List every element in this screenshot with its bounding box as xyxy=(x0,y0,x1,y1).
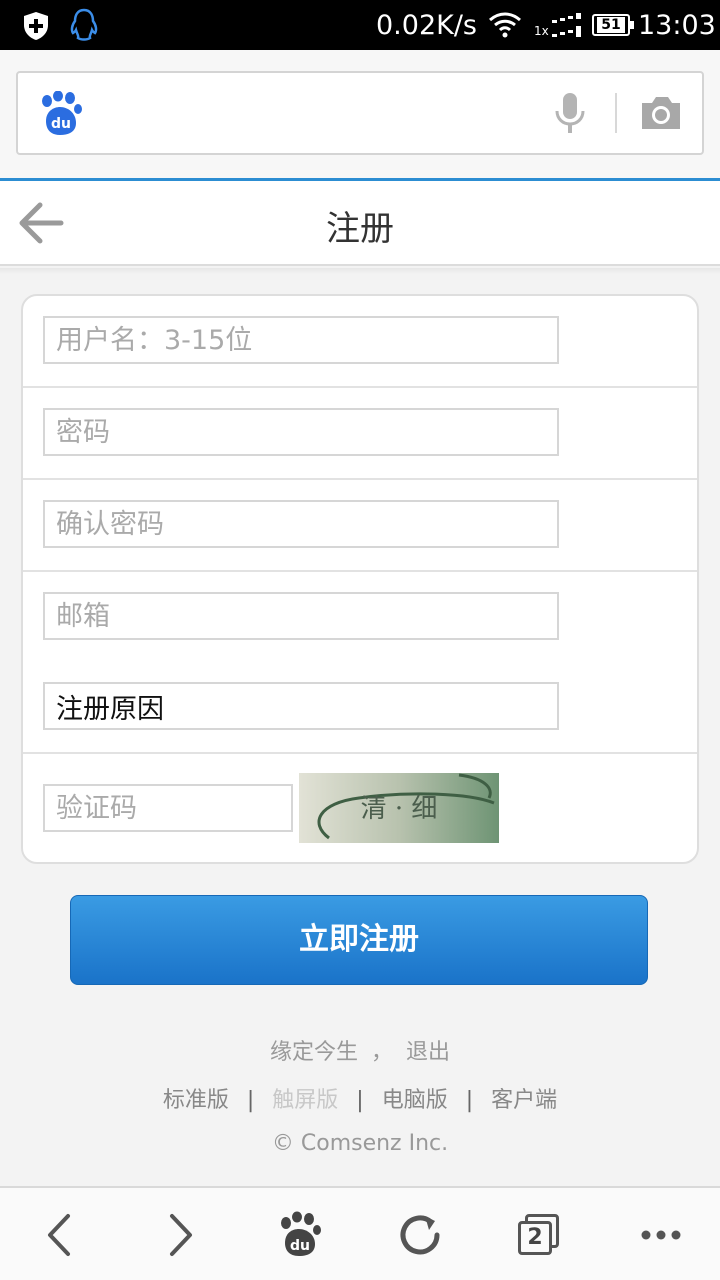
header-shadow xyxy=(0,268,720,274)
camera-icon[interactable] xyxy=(638,93,684,133)
row-divider xyxy=(23,752,697,754)
footer-user-line: 缘定今生 ， 退出 xyxy=(0,1034,720,1066)
baidu-paw-logo-icon: du xyxy=(42,91,82,135)
qq-penguin-icon xyxy=(70,8,98,41)
link-separator: | xyxy=(465,1088,474,1113)
wifi-icon xyxy=(489,12,521,38)
logout-link[interactable]: 退出 xyxy=(406,1040,450,1065)
register-button[interactable]: 立即注册 xyxy=(70,895,648,985)
signal-prefix: 1x xyxy=(534,24,549,38)
browser-bottom-nav: du 2 xyxy=(0,1186,720,1280)
link-separator: | xyxy=(246,1088,255,1113)
refresh-icon[interactable] xyxy=(395,1210,445,1260)
captcha-text: 清 · 细 xyxy=(361,794,438,824)
username-link[interactable]: 缘定今生 xyxy=(270,1040,358,1065)
row-divider xyxy=(23,386,697,388)
row-divider xyxy=(23,478,697,480)
tabs-count: 2 xyxy=(518,1221,552,1255)
browser-search-box[interactable]: du xyxy=(16,71,704,155)
footer-comma: ， xyxy=(370,1040,393,1065)
desktop-version-link[interactable]: 电脑版 xyxy=(382,1088,448,1113)
client-app-link[interactable]: 客户端 xyxy=(491,1088,557,1113)
link-separator: | xyxy=(356,1088,364,1113)
standard-version-link[interactable]: 标准版 xyxy=(163,1088,229,1113)
toolbar-divider xyxy=(615,93,617,133)
confirm-password-input[interactable] xyxy=(43,500,559,548)
clock: 13:03 xyxy=(638,10,716,41)
email-input[interactable] xyxy=(43,592,559,640)
baidu-home-text: du xyxy=(290,1238,310,1254)
captcha-image[interactable]: 清 · 细 xyxy=(299,773,499,843)
battery-icon: 51 xyxy=(592,14,634,36)
microphone-icon[interactable] xyxy=(553,91,587,135)
cell-signal-icon: 1x xyxy=(534,12,586,40)
shield-icon xyxy=(24,12,48,40)
page-title: 注册 xyxy=(326,209,394,249)
page-header: 注册 xyxy=(0,181,720,266)
password-input[interactable] xyxy=(43,408,559,456)
battery-level: 51 xyxy=(597,17,625,33)
registration-reason-input[interactable] xyxy=(43,682,559,730)
touch-version-link: 触屏版 xyxy=(272,1088,339,1113)
tabs-button[interactable]: 2 xyxy=(515,1210,565,1260)
row-divider xyxy=(23,570,697,572)
copyright: © Comsenz Inc. xyxy=(271,1131,449,1156)
nav-back-icon[interactable] xyxy=(34,1210,84,1260)
more-menu-icon[interactable] xyxy=(636,1210,686,1260)
network-speed: 0.02K/s xyxy=(376,10,477,41)
baidu-home-icon[interactable]: du xyxy=(275,1210,325,1260)
footer-version-links: 标准版 | 触屏版 | 电脑版 | 客户端 xyxy=(0,1082,720,1114)
nav-forward-icon[interactable] xyxy=(156,1210,206,1260)
browser-toolbar: du xyxy=(0,50,720,178)
baidu-logo-text: du xyxy=(51,116,71,132)
status-bar: 0.02K/s 1x 51 13:03 xyxy=(0,0,720,50)
captcha-input[interactable] xyxy=(43,784,293,832)
username-input[interactable] xyxy=(43,316,559,364)
registration-form: 清 · 细 xyxy=(21,294,699,864)
